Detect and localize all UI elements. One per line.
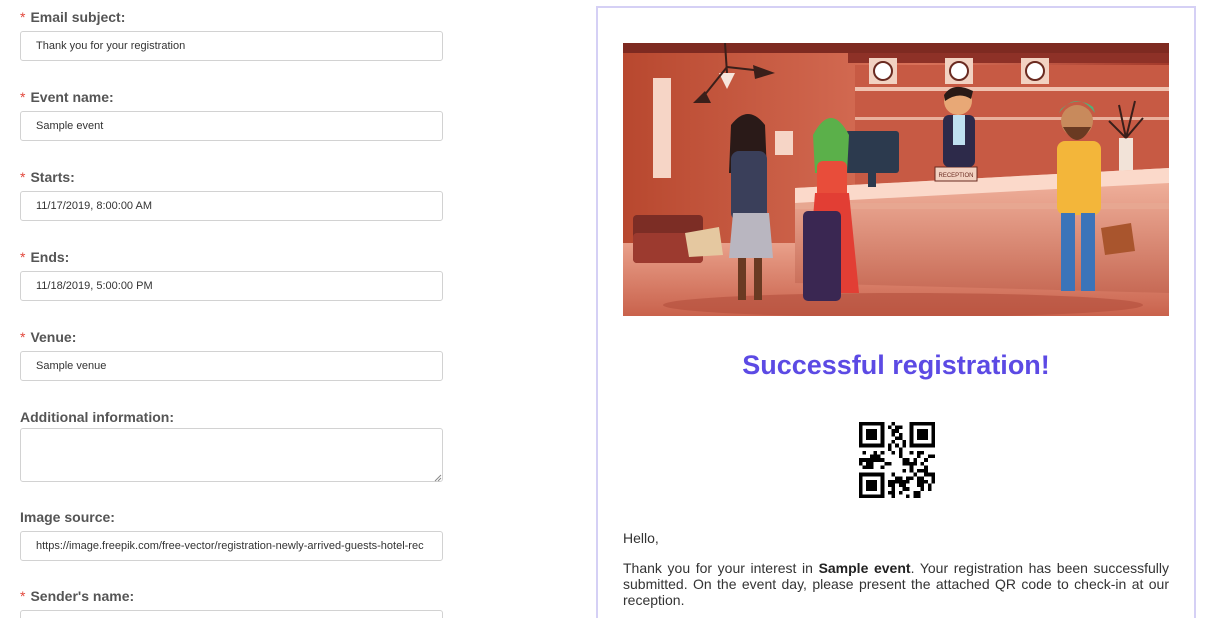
image-source-field: Image source: https://image.freepik.com/… [20, 507, 443, 561]
email-subject-input[interactable]: Thank you for your registration [20, 31, 443, 61]
hotel-reception-illustration: RECEPTION [623, 43, 1169, 316]
hotel-reception-illustration-svg: RECEPTION [623, 43, 1169, 316]
qr-code-icon [859, 422, 935, 498]
image-source-input[interactable]: https://image.freepik.com/free-vector/re… [20, 531, 443, 561]
required-marker: * [20, 169, 26, 185]
success-headline: Successful registration! [742, 350, 1050, 380]
starts-field: * Starts: 11/17/2019, 8:00:00 AM [20, 167, 443, 221]
starts-label: * Starts: [20, 169, 75, 185]
venue-label: * Venue: [20, 329, 77, 345]
event-name-label: * Event name: [20, 89, 114, 105]
greeting-text: Hello, [623, 530, 659, 546]
sender-name-label: * Sender's name: [20, 588, 135, 604]
venue-input[interactable]: Sample venue [20, 351, 443, 381]
event-name-field: * Event name: Sample event [20, 87, 443, 141]
required-marker: * [20, 9, 26, 25]
event-name-highlight: Sample event [818, 560, 911, 576]
starts-input[interactable]: 11/17/2019, 8:00:00 AM [20, 191, 443, 221]
additional-info-label: Additional information: [20, 409, 174, 425]
ends-input[interactable]: 11/18/2019, 5:00:00 PM [20, 271, 443, 301]
email-subject-field: * Email subject: Thank you for your regis… [20, 7, 443, 61]
image-source-label: Image source: [20, 509, 115, 525]
ends-label: * Ends: [20, 249, 70, 265]
required-marker: * [20, 329, 26, 345]
additional-info-textarea[interactable] [20, 428, 443, 482]
sender-name-input[interactable] [20, 610, 443, 618]
required-marker: * [20, 89, 26, 105]
reception-sign-text: RECEPTION [938, 173, 973, 179]
required-marker: * [20, 249, 26, 265]
resize-handle-icon[interactable] [434, 474, 442, 482]
venue-field: * Venue: Sample venue [20, 327, 443, 381]
ends-field: * Ends: 11/18/2019, 5:00:00 PM [20, 247, 443, 301]
event-name-input[interactable]: Sample event [20, 111, 443, 141]
email-preview: RECEPTION Successful registration! Hello… [596, 6, 1196, 618]
confirmation-message: Thank you for your interest in Sample ev… [623, 560, 1170, 608]
email-subject-label: * Email subject: [20, 9, 126, 25]
sender-name-field: * Sender's name: [20, 586, 443, 618]
additional-info-field: Additional information: [20, 407, 443, 482]
required-marker: * [20, 588, 26, 604]
